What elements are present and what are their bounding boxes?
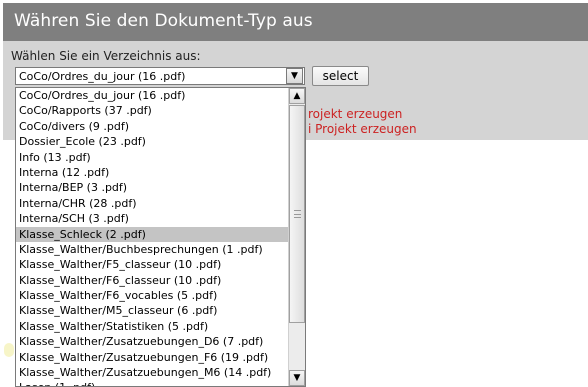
page-title: Währen Sie den Dokument-Typ aus [3,3,588,41]
dropdown-option[interactable]: Klasse_Walther/F6_vocables (5 .pdf) [16,288,289,303]
directory-select-value: CoCo/Ordres_du_jour (16 .pdf) [19,70,186,83]
dropdown-option[interactable]: Klasse_Walther/Buchbesprechungen (1 .pdf… [16,242,289,257]
dropdown-option[interactable]: Interna/SCH (3 .pdf) [16,211,289,226]
dropdown-option[interactable]: Klasse_Walther/Statistiken (5 .pdf) [16,319,289,334]
dropdown-option[interactable]: Klasse_Walther/Zusatzuebungen_F6 (19 .pd… [16,350,289,365]
dropdown-option[interactable]: Klasse_Walther/M5_classeur (6 .pdf) [16,303,289,318]
directory-select[interactable]: CoCo/Ordres_du_jour (16 .pdf) [15,67,305,85]
grip-icon [294,210,301,218]
select-button[interactable]: select [312,66,369,86]
create-project-link-2[interactable]: i Projekt erzeugen [308,122,417,136]
dropdown-option[interactable]: Klasse_Walther/F5_classeur (10 .pdf) [16,257,289,272]
dropdown-option[interactable]: Interna (12 .pdf) [16,165,289,180]
dropdown-options: CoCo/Ordres_du_jour (16 .pdf) CoCo/Rappor… [16,88,305,386]
chevron-down-icon[interactable]: ▼ [286,68,303,84]
create-project-link-1[interactable]: rojekt erzeugen [308,107,402,121]
directory-dropdown-list[interactable]: CoCo/Ordres_du_jour (16 .pdf) CoCo/Rappor… [15,87,306,387]
dropdown-option[interactable]: Info (13 .pdf) [16,150,289,165]
dropdown-option[interactable]: Interna/CHR (28 .pdf) [16,196,289,211]
dropdown-option[interactable]: CoCo/Rapports (37 .pdf) [16,103,289,118]
dropdown-option[interactable]: Lasep (1 .pdf) [16,380,289,386]
dropdown-option[interactable]: Klasse_Walther/Zusatzuebungen_M6 (14 .pd… [16,365,289,380]
chevron-down-icon[interactable]: ▼ [289,370,305,386]
directory-label: Wählen Sie ein Verzeichnis aus: [11,49,201,63]
dropdown-option[interactable]: CoCo/Ordres_du_jour (16 .pdf) [16,88,289,103]
dropdown-option[interactable]: Klasse_Walther/F6_classeur (10 .pdf) [16,273,289,288]
chevron-up-icon[interactable]: ▲ [289,88,305,104]
dropdown-option[interactable]: Dossier_Ecole (23 .pdf) [16,134,289,149]
scrollbar-thumb[interactable] [289,105,305,323]
dropdown-option[interactable]: CoCo/divers (9 .pdf) [16,119,289,134]
dropdown-option[interactable]: Klasse_Walther/Zusatzuebungen_D6 (7 .pdf… [16,334,289,349]
dropdown-option[interactable]: Klasse_Schleck (2 .pdf) [16,226,289,242]
dropdown-scrollbar[interactable]: ▲ ▼ [288,88,305,386]
cursor-highlight [4,343,14,357]
dropdown-option[interactable]: Interna/BEP (3 .pdf) [16,180,289,195]
